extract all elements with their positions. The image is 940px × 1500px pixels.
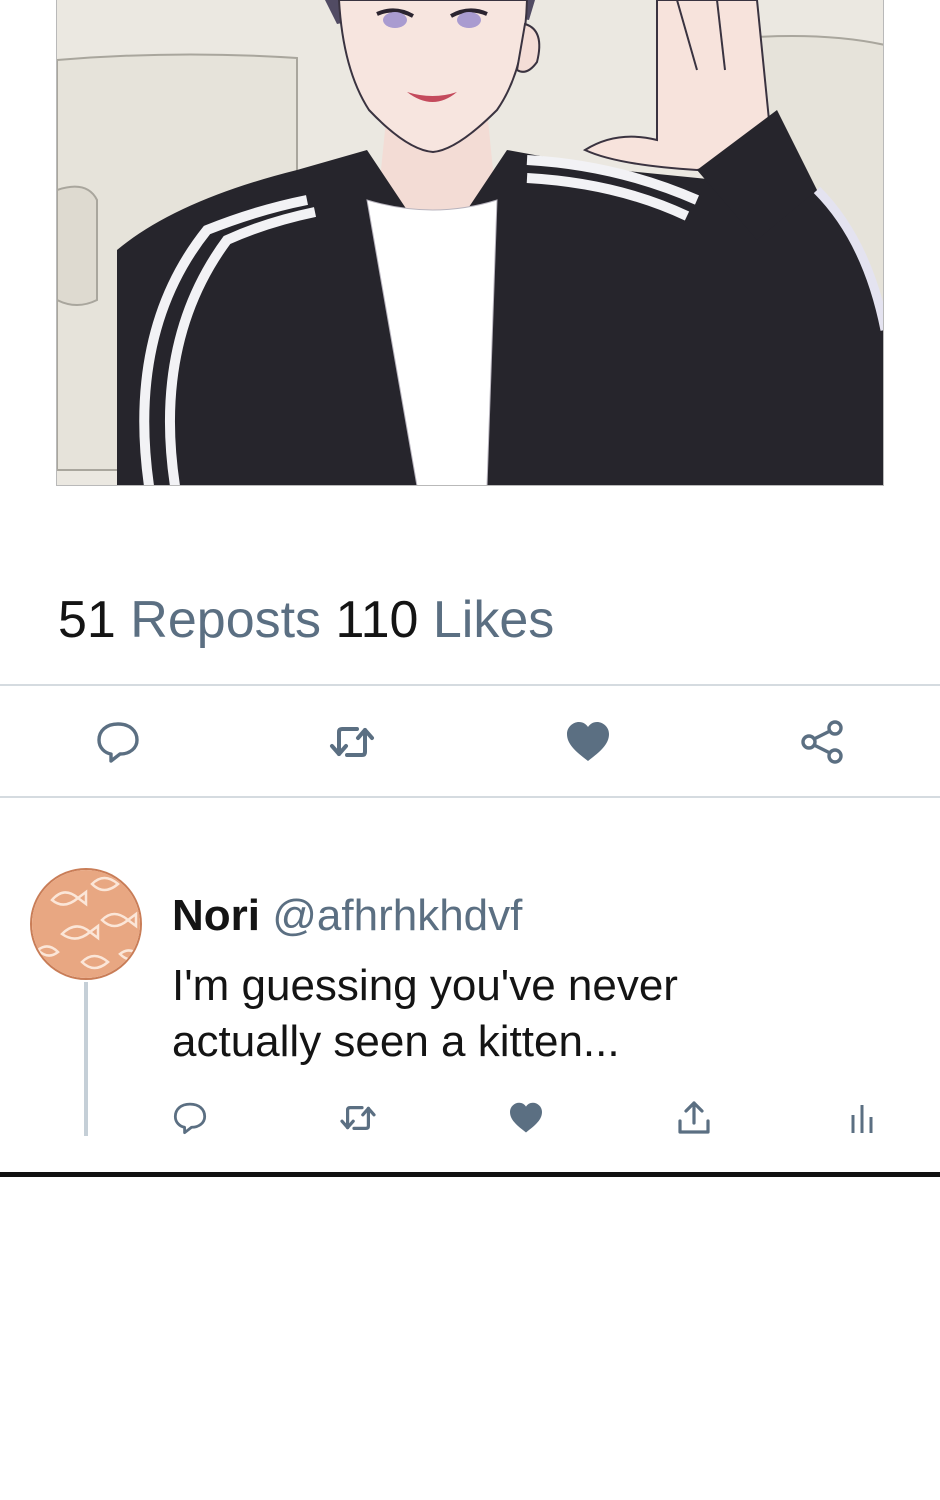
reply-analytics-button[interactable] (840, 1096, 884, 1140)
post-image[interactable] (56, 0, 884, 486)
reply-comment-button[interactable] (168, 1096, 212, 1140)
likes-label[interactable]: Likes (433, 591, 554, 649)
reply-like-button[interactable] (504, 1096, 548, 1140)
post-stats: 51 Reposts 110 Likes (58, 588, 554, 652)
comment-icon (97, 722, 139, 763)
analytics-icon (851, 1105, 873, 1133)
post-illustration (57, 0, 883, 485)
divider (0, 796, 940, 798)
bottom-rule (0, 1172, 940, 1177)
comment-button[interactable] (92, 716, 144, 768)
reply-upload-button[interactable] (672, 1096, 716, 1140)
repost-icon (330, 727, 374, 757)
reposts-label[interactable]: Reposts (130, 591, 321, 649)
avatar[interactable] (30, 868, 142, 980)
heart-icon (510, 1102, 542, 1133)
post-action-bar (0, 686, 940, 796)
likes-count[interactable]: 110 (336, 591, 419, 649)
reply-text: I'm guessing you've never actually seen … (172, 958, 872, 1070)
reposts-count[interactable]: 51 (58, 591, 116, 649)
reply-repost-button[interactable] (336, 1096, 380, 1140)
reply-author-handle[interactable]: @afhrhkhdvf (272, 891, 522, 940)
fish-pattern-avatar-icon (32, 870, 140, 978)
reply-text-line: I'm guessing you've never (172, 961, 678, 1010)
like-button[interactable] (562, 716, 614, 768)
repost-button[interactable] (326, 716, 378, 768)
reply-action-bar (0, 1096, 940, 1144)
reply-item[interactable]: Nori @afhrhkhdvf I'm guessing you've nev… (0, 860, 940, 1160)
heart-icon (567, 722, 609, 761)
reply-author-name[interactable]: Nori (172, 891, 260, 940)
upload-icon (678, 1101, 710, 1134)
share-button[interactable] (796, 716, 848, 768)
reply-header: Nori @afhrhkhdvf (172, 890, 522, 942)
comment-icon (173, 1102, 207, 1135)
share-icon (801, 720, 843, 764)
reply-text-line: actually seen a kitten... (172, 1017, 620, 1066)
repost-icon (340, 1106, 376, 1130)
